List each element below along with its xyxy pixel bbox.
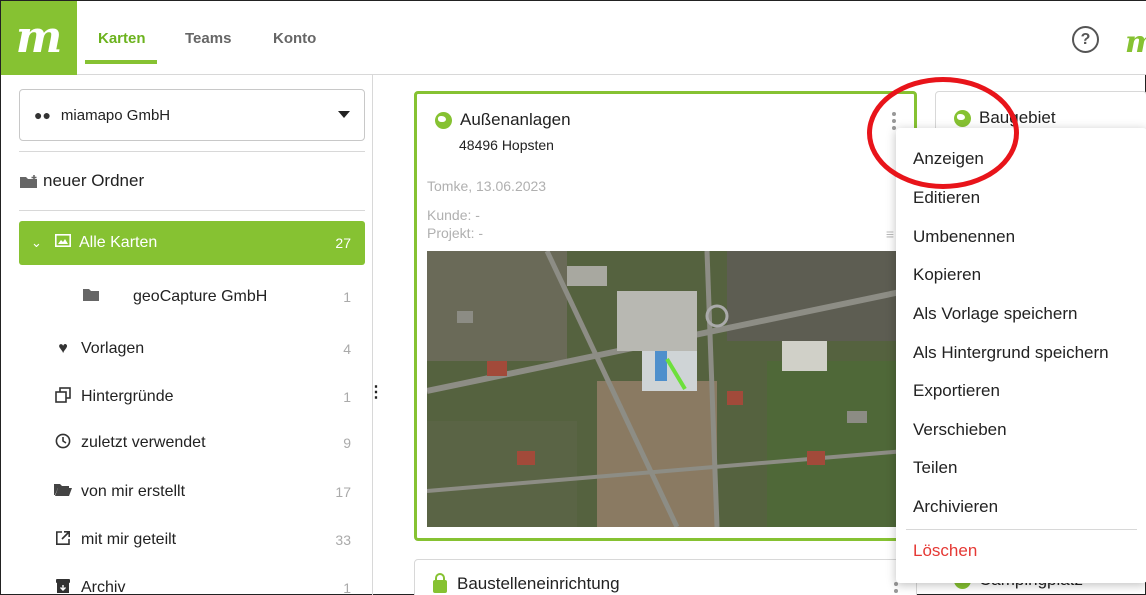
new-folder-label: neuer Ordner <box>43 171 145 190</box>
brand-logo-small: m <box>1125 25 1146 60</box>
sidebar: ●● miamapo GmbH neuer Ordner ⌄ Alle Kart… <box>1 75 384 595</box>
map-card[interactable]: Baustelleneinrichtung <box>414 559 917 595</box>
card-title: Baustelleneinrichtung <box>433 572 620 594</box>
card-title-text: Baustelleneinrichtung <box>457 574 620 593</box>
chevron-down-icon <box>338 111 350 118</box>
item-count: 9 <box>343 435 351 451</box>
sidebar-item-label: zuletzt verwendet <box>81 434 206 451</box>
sidebar-item-label: Hintergründe <box>81 388 174 405</box>
menu-divider <box>906 529 1137 530</box>
menu-item-editieren[interactable]: Editieren <box>913 188 980 208</box>
item-count: 27 <box>335 235 351 251</box>
sidebar-item-label: geoCapture GmbH <box>133 288 268 305</box>
chevron-down-icon: ⌄ <box>31 235 42 250</box>
item-count: 4 <box>343 341 351 357</box>
menu-item-kopieren[interactable]: Kopieren <box>913 265 981 285</box>
card-project: Projekt: - <box>427 225 484 241</box>
logo-letter: m <box>15 12 63 63</box>
folder-plus-icon <box>19 174 39 188</box>
card-title-text: Außenanlagen <box>460 110 571 129</box>
card-customer: Kunde: - <box>427 207 480 223</box>
menu-item-umbenennen[interactable]: Umbenennen <box>913 227 1015 247</box>
clock-icon <box>53 433 73 454</box>
card-title: Außenanlagen <box>435 110 571 130</box>
app-logo[interactable]: m <box>1 1 77 75</box>
sidebar-item-mit-mir-geteilt[interactable]: mit mir geteilt 33 <box>19 518 365 562</box>
map-card-selected[interactable]: Außenanlagen 48496 Hopsten Tomke, 13.06.… <box>414 91 917 541</box>
item-count: 1 <box>343 289 351 305</box>
aerial-image <box>427 251 905 527</box>
new-folder-button[interactable]: neuer Ordner <box>19 171 144 191</box>
context-menu: Anzeigen Editieren Umbenennen Kopieren A… <box>896 128 1146 583</box>
map-thumbnail[interactable] <box>427 251 905 527</box>
sidebar-item-von-mir-erstellt[interactable]: von mir erstellt 17 <box>19 470 365 514</box>
card-author-date: Tomke, 13.06.2023 <box>427 178 547 194</box>
archive-icon <box>53 578 73 595</box>
menu-item-als-vorlage-speichern[interactable]: Als Vorlage speichern <box>913 304 1077 324</box>
globe-icon <box>435 111 452 129</box>
menu-item-als-hintergrund-speichern[interactable]: Als Hintergrund speichern <box>913 343 1109 363</box>
item-count: 1 <box>343 580 351 595</box>
sidebar-item-hintergruende[interactable]: Hintergründe 1 <box>19 375 365 419</box>
top-navigation: m Karten Teams Konto ? m <box>1 1 1146 75</box>
card-title: Baugebiet <box>954 108 1056 128</box>
item-count: 1 <box>343 389 351 405</box>
help-glyph: ? <box>1080 30 1091 48</box>
card-kebab-menu-icon[interactable] <box>892 112 896 130</box>
sidebar-item-label: mit mir geteilt <box>81 531 177 548</box>
menu-item-loeschen[interactable]: Löschen <box>913 541 977 561</box>
tab-teams[interactable]: Teams <box>185 30 231 47</box>
divider <box>19 210 365 211</box>
globe-icon <box>954 109 971 127</box>
menu-item-exportieren[interactable]: Exportieren <box>913 381 1000 401</box>
sidebar-item-geocapture[interactable]: geoCapture GmbH 1 <box>19 275 365 319</box>
organization-name: miamapo GmbH <box>60 106 171 124</box>
help-icon[interactable]: ? <box>1072 26 1099 53</box>
tab-karten[interactable]: Karten <box>98 30 146 47</box>
menu-item-verschieben[interactable]: Verschieben <box>913 420 1007 440</box>
menu-item-anzeigen[interactable]: Anzeigen <box>913 149 984 169</box>
sidebar-item-label: von mir erstellt <box>81 483 186 500</box>
folder-icon <box>81 288 101 306</box>
sidebar-item-vorlagen[interactable]: ♥ Vorlagen 4 <box>19 327 365 371</box>
active-tab-indicator <box>85 60 157 64</box>
item-count: 33 <box>335 532 351 548</box>
users-icon: ●● <box>34 107 51 123</box>
card-address: 48496 Hopsten <box>459 137 554 153</box>
sidebar-item-label: Archiv <box>81 579 126 595</box>
sidebar-item-zuletzt-verwendet[interactable]: zuletzt verwendet 9 <box>19 421 365 465</box>
folder-open-icon <box>53 483 73 501</box>
card-title-text: Baugebiet <box>979 108 1056 127</box>
sidebar-item-label: Alle Karten <box>79 234 158 251</box>
share-icon <box>53 530 73 551</box>
heart-icon: ♥ <box>58 340 68 357</box>
card-kebab-menu-icon[interactable] <box>894 582 898 595</box>
list-icon[interactable]: ≡ <box>886 226 894 242</box>
sidebar-item-label: Vorlagen <box>81 340 145 357</box>
menu-item-archivieren[interactable]: Archivieren <box>913 497 998 517</box>
sidebar-item-archiv[interactable]: Archiv 1 <box>19 566 365 595</box>
divider <box>19 151 365 152</box>
organization-select[interactable]: ●● miamapo GmbH <box>19 89 365 141</box>
layers-icon <box>53 386 73 408</box>
image-icon <box>53 234 73 252</box>
tab-konto[interactable]: Konto <box>273 30 316 47</box>
item-count: 17 <box>335 484 351 500</box>
kebab-menu-icon[interactable]: ⋮ <box>368 385 384 401</box>
menu-item-teilen[interactable]: Teilen <box>913 458 957 478</box>
lock-icon <box>433 572 447 593</box>
sidebar-item-alle-karten[interactable]: ⌄ Alle Karten 27 <box>19 221 365 265</box>
